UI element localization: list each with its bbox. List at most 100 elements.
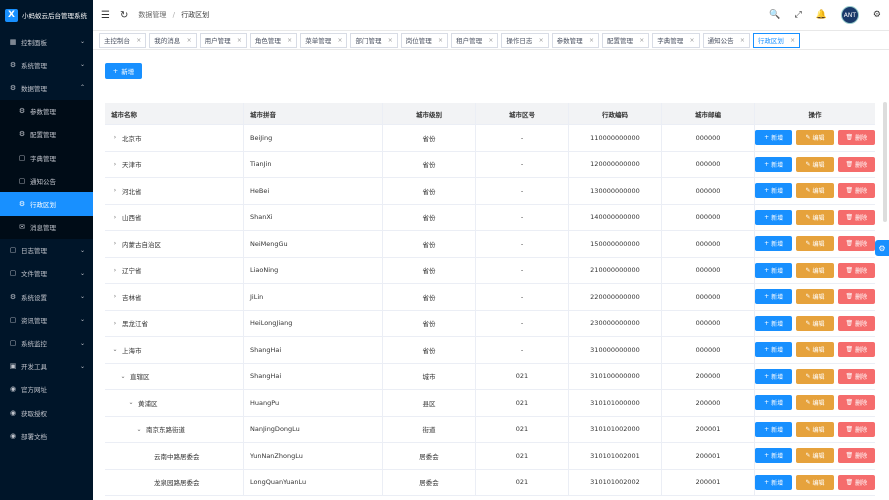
tab-tag[interactable]: 菜单管理 × — [300, 32, 348, 48]
close-icon[interactable]: × — [187, 37, 192, 44]
close-icon[interactable]: × — [388, 37, 393, 44]
add-region-button[interactable]: + 新增 — [105, 63, 142, 79]
row-add-button[interactable]: + 新增 — [755, 315, 793, 331]
tab-tag[interactable]: 我的消息 × — [149, 32, 197, 48]
sidebar-item[interactable]: ⚙ 系统设置 ⌄ — [0, 285, 93, 308]
close-icon[interactable]: × — [790, 37, 795, 44]
row-add-button[interactable]: + 新增 — [755, 448, 793, 464]
row-add-button[interactable]: + 新增 — [755, 262, 793, 278]
tab-tag[interactable]: 配置管理 × — [601, 32, 650, 48]
row-add-button[interactable]: + 新增 — [755, 236, 793, 252]
breadcrumb-item[interactable]: 数据管理 — [138, 11, 166, 19]
refresh-icon[interactable]: ↻ — [120, 10, 128, 21]
sidebar-item[interactable]: ▦ 控制面板 ⌄ — [0, 30, 93, 53]
row-add-button[interactable]: + 新增 — [755, 395, 793, 411]
expand-toggle-icon[interactable]: › — [111, 293, 119, 300]
row-delete-button[interactable]: 🗑 删除 — [837, 474, 875, 490]
close-icon[interactable]: × — [237, 37, 242, 44]
app-logo[interactable]: X 小蚂蚁云后台管理系统 — [0, 0, 93, 30]
row-add-button[interactable]: + 新增 — [755, 474, 793, 490]
row-delete-button[interactable]: 🗑 删除 — [837, 262, 875, 278]
avatar[interactable]: ANT — [840, 6, 859, 24]
sidebar-item[interactable]: ▢ 日志管理 ⌄ — [0, 239, 93, 262]
row-add-button[interactable]: + 新增 — [755, 156, 793, 172]
expand-toggle-icon[interactable]: ⌄ — [127, 399, 135, 406]
row-add-button[interactable]: + 新增 — [755, 289, 793, 305]
row-edit-button[interactable]: ✎ 编辑 — [796, 236, 834, 252]
tab-tag[interactable]: 部门管理 × — [350, 32, 398, 48]
row-add-button[interactable]: + 新增 — [755, 209, 793, 225]
expand-toggle-icon[interactable]: ⌄ — [111, 346, 119, 353]
row-delete-button[interactable]: 🗑 删除 — [837, 156, 875, 172]
settings-float-icon[interactable]: ⚙ — [875, 240, 889, 256]
sidebar-item[interactable]: ▢ 通知公告 — [0, 169, 93, 193]
row-edit-button[interactable]: ✎ 编辑 — [796, 156, 834, 172]
tab-tag[interactable]: 租户管理 × — [451, 32, 499, 48]
close-icon[interactable]: × — [539, 37, 544, 44]
expand-toggle-icon[interactable]: › — [111, 267, 119, 274]
row-delete-button[interactable]: 🗑 删除 — [837, 315, 875, 331]
sidebar-item[interactable]: ▣ 开发工具 ⌄ — [0, 355, 93, 378]
tab-tag[interactable]: 通知公告 × — [702, 32, 750, 48]
expand-toggle-icon[interactable]: › — [111, 134, 119, 141]
expand-toggle-icon[interactable]: › — [111, 320, 119, 327]
sidebar-item[interactable]: ▢ 资讯管理 ⌄ — [0, 308, 93, 331]
sidebar-item[interactable]: ✉ 消息管理 — [0, 215, 93, 239]
row-delete-button[interactable]: 🗑 删除 — [837, 289, 875, 305]
expand-toggle-icon[interactable]: ⌄ — [135, 426, 143, 433]
tab-tag[interactable]: 主控制台 × — [99, 32, 147, 48]
expand-toggle-icon[interactable]: › — [111, 161, 119, 168]
vertical-scrollbar[interactable] — [883, 102, 887, 222]
close-icon[interactable]: × — [690, 37, 695, 44]
row-delete-button[interactable]: 🗑 删除 — [837, 183, 875, 199]
tab-tag[interactable]: 岗位管理 × — [400, 32, 449, 48]
sidebar-item[interactable]: ◉ 部署文档 — [0, 424, 93, 447]
notification-bell-icon[interactable]: 🔔 — [816, 10, 827, 20]
search-icon[interactable]: 🔍 — [769, 10, 780, 20]
expand-toggle-icon[interactable]: › — [111, 187, 119, 194]
row-add-button[interactable]: + 新增 — [755, 342, 793, 358]
close-icon[interactable]: × — [287, 37, 292, 44]
tab-tag[interactable]: 操作日志 × — [501, 32, 549, 48]
row-add-button[interactable]: + 新增 — [755, 421, 793, 437]
row-edit-button[interactable]: ✎ 编辑 — [796, 130, 834, 146]
row-delete-button[interactable]: 🗑 删除 — [837, 236, 875, 252]
row-edit-button[interactable]: ✎ 编辑 — [796, 395, 834, 411]
row-delete-button[interactable]: 🗑 删除 — [837, 395, 875, 411]
close-icon[interactable]: × — [337, 37, 342, 44]
close-icon[interactable]: × — [589, 37, 594, 44]
tab-tag[interactable]: 用户管理 × — [199, 32, 247, 48]
row-delete-button[interactable]: 🗑 删除 — [837, 448, 875, 464]
expand-toggle-icon[interactable]: › — [111, 240, 119, 247]
close-icon[interactable]: × — [136, 37, 141, 44]
row-edit-button[interactable]: ✎ 编辑 — [796, 289, 834, 305]
row-delete-button[interactable]: 🗑 删除 — [837, 342, 875, 358]
sidebar-item[interactable]: ⚙ 系统管理 ⌄ — [0, 53, 93, 76]
row-edit-button[interactable]: ✎ 编辑 — [796, 474, 834, 490]
sidebar-item[interactable]: ◉ 获取授权 — [0, 401, 93, 424]
row-edit-button[interactable]: ✎ 编辑 — [796, 368, 834, 384]
tab-tag[interactable]: 参数管理 × — [551, 32, 599, 48]
menu-toggle-icon[interactable]: ☰ — [101, 10, 110, 21]
row-delete-button[interactable]: 🗑 删除 — [837, 209, 875, 225]
row-delete-button[interactable]: 🗑 删除 — [837, 368, 875, 384]
row-edit-button[interactable]: ✎ 编辑 — [796, 448, 834, 464]
close-icon[interactable]: × — [740, 37, 745, 44]
expand-toggle-icon[interactable]: › — [111, 214, 119, 221]
tab-tag[interactable]: 字典管理 × — [652, 32, 700, 48]
sidebar-item[interactable]: ⚙ 行政区划 — [0, 192, 93, 216]
row-edit-button[interactable]: ✎ 编辑 — [796, 421, 834, 437]
sidebar-item[interactable]: ⚙ 配置管理 — [0, 122, 93, 146]
expand-toggle-icon[interactable]: ⌄ — [119, 373, 127, 380]
sidebar-item[interactable]: ▢ 文件管理 ⌄ — [0, 262, 93, 285]
sidebar-item[interactable]: ◉ 官方网址 — [0, 378, 93, 401]
row-add-button[interactable]: + 新增 — [755, 368, 793, 384]
settings-gear-icon[interactable]: ⚙ — [873, 10, 881, 20]
close-icon[interactable]: × — [639, 37, 644, 44]
fullscreen-icon[interactable]: ⤢ — [795, 10, 802, 20]
sidebar-item[interactable]: ⚙ 参数管理 — [0, 99, 93, 123]
sidebar-item[interactable]: ▢ 字典管理 — [0, 145, 93, 170]
row-add-button[interactable]: + 新增 — [755, 183, 793, 199]
row-edit-button[interactable]: ✎ 编辑 — [796, 183, 834, 199]
row-edit-button[interactable]: ✎ 编辑 — [796, 209, 834, 225]
